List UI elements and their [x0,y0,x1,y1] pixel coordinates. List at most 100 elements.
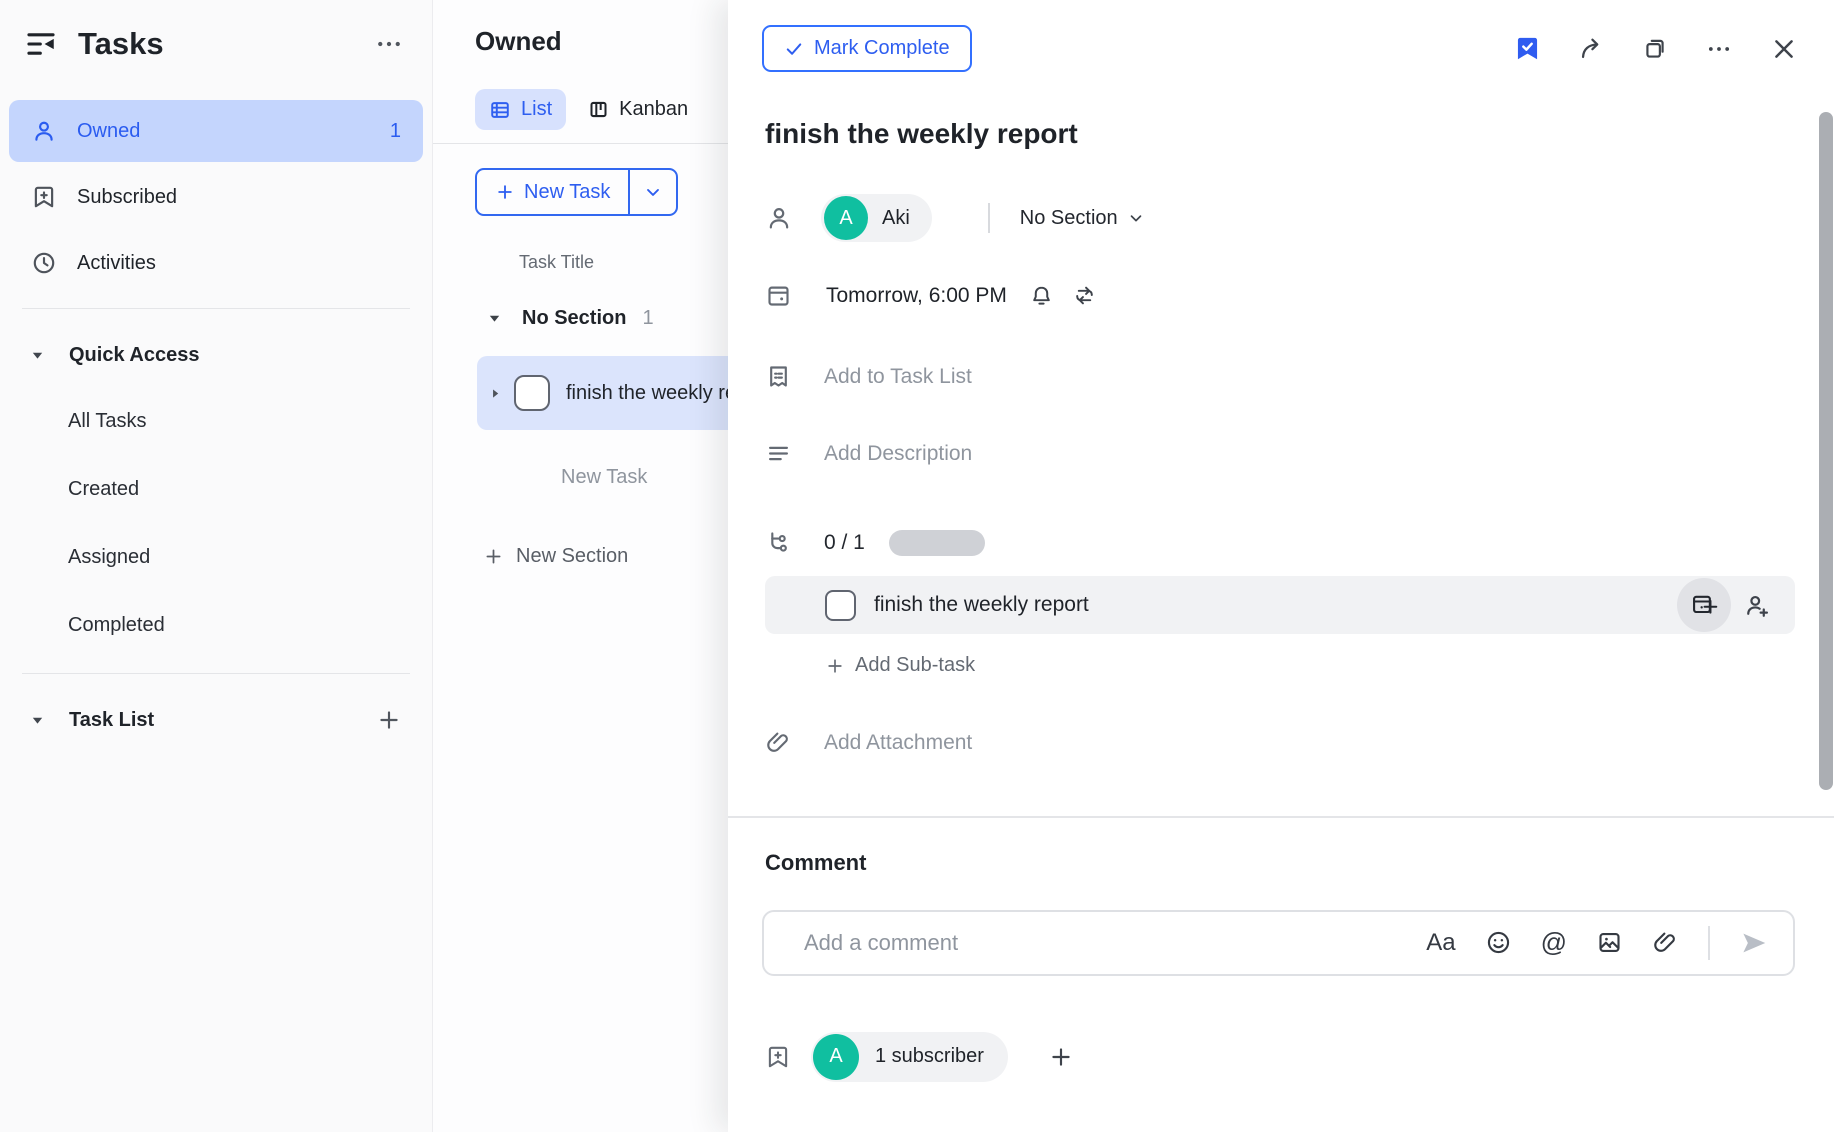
person-plus-icon [1743,591,1771,619]
collapse-sidebar-icon[interactable] [24,27,58,61]
subtask-set-date-button[interactable] [1677,578,1731,632]
scrollbar-thumb[interactable] [1819,112,1833,790]
add-subtask-button[interactable]: Add Sub-task [825,654,1834,677]
add-subscriber-button[interactable] [1048,1044,1074,1070]
sidebar-more-icon[interactable] [374,29,404,59]
task-checkbox[interactable] [514,375,550,411]
more-icon[interactable] [1705,35,1733,63]
sidebar-item-created[interactable]: Created [0,455,432,523]
description-lines-icon [765,440,792,467]
calendar-icon [765,282,792,309]
caret-right-icon[interactable] [489,387,502,400]
calendar-plus-icon [1690,591,1718,619]
mention-icon[interactable]: @ [1541,927,1567,958]
sidebar-item-assigned[interactable]: Assigned [0,523,432,591]
section-select-value: No Section [1020,207,1118,230]
app-title: Tasks [78,26,164,62]
subtask-tree-icon [765,529,792,556]
section-name: No Section [522,307,626,330]
plus-icon [483,546,504,567]
sidebar-item-completed[interactable]: Completed [0,591,432,659]
comment-input[interactable] [764,930,1426,956]
new-task-dropdown-button[interactable] [630,170,676,214]
view-tabs: List Kanban [475,89,728,130]
chevron-down-icon [1127,209,1145,227]
copy-icon[interactable] [1642,36,1668,62]
add-attachment-button[interactable]: Add Attachment [824,731,972,755]
task-list-label: Task List [69,709,154,732]
sidebar: Tasks Owned 1 [0,0,433,1132]
mark-complete-button[interactable]: Mark Complete [762,25,972,72]
repeat-icon[interactable] [1072,283,1097,308]
send-comment-icon[interactable] [1739,928,1769,958]
add-to-task-list-button[interactable]: Add to Task List [824,365,972,389]
plus-icon [495,182,515,202]
close-icon[interactable] [1770,35,1798,63]
add-subtask-label: Add Sub-task [855,654,975,677]
share-icon[interactable] [1578,35,1605,62]
avatar: A [824,196,868,240]
text-format-icon[interactable]: Aa [1426,929,1455,957]
inline-new-task-row[interactable]: New Task [561,466,728,489]
column-header-task-title: Task Title [519,252,728,273]
image-icon[interactable] [1596,929,1623,956]
sidebar-item-activities[interactable]: Activities [9,232,423,294]
sidebar-divider [22,308,410,309]
comment-toolbar: Aa @ [1426,926,1769,960]
sidebar-divider [22,673,410,674]
plus-icon [825,656,845,676]
mark-complete-label: Mark Complete [814,37,950,60]
new-task-button[interactable]: New Task [477,170,630,214]
subtask-progress-row: 0 / 1 [765,529,1834,556]
task-list-icon [765,363,792,390]
task-row-selected[interactable]: finish the weekly report [477,356,728,430]
caret-down-icon [30,348,45,363]
subscribers-row: A 1 subscriber [765,1032,1834,1082]
subscriber-count-label: 1 subscriber [875,1045,984,1068]
emoji-icon[interactable] [1485,929,1512,956]
detail-actions [1514,35,1798,63]
section-row-no-section[interactable]: No Section 1 [487,307,728,330]
tab-label: Kanban [619,98,688,121]
comment-box: Aa @ [762,910,1795,976]
subscribed-bookmark-icon[interactable] [1514,35,1541,62]
tab-list-view[interactable]: List [475,89,566,130]
subtask-checkbox[interactable] [825,590,856,621]
paperclip-icon [765,729,792,756]
detail-header: Mark Complete [728,0,1834,72]
bookmark-plus-icon [31,184,57,210]
add-description-button[interactable]: Add Description [824,442,972,466]
caret-down-icon [487,311,502,326]
task-title[interactable]: finish the weekly report [765,118,1834,150]
due-date-value[interactable]: Tomorrow, 6:00 PM [826,284,1007,308]
sidebar-nav: Owned 1 Subscribed Activities [0,88,432,294]
sidebar-item-all-tasks[interactable]: All Tasks [0,387,432,455]
task-list-header[interactable]: Task List [0,688,432,752]
attach-file-icon[interactable] [1652,929,1679,956]
subtask-title: finish the weekly report [874,593,1089,617]
sidebar-item-label: Owned [77,120,140,143]
section-select[interactable]: No Section [1020,207,1145,230]
add-task-list-icon[interactable] [376,707,402,733]
new-section-label: New Section [516,545,628,568]
new-section-button[interactable]: New Section [483,545,728,568]
assignee-row: A Aki No Section [765,194,1834,242]
avatar: A [813,1034,859,1080]
history-clock-icon [31,250,57,276]
due-date-row: Tomorrow, 6:00 PM [765,282,1834,309]
task-list-panel: Owned List Kanban [433,0,728,1132]
owned-count-badge: 1 [390,120,401,143]
sidebar-item-subscribed[interactable]: Subscribed [9,166,423,228]
subscriber-chip[interactable]: A 1 subscriber [811,1032,1008,1082]
sidebar-item-owned[interactable]: Owned 1 [9,100,423,162]
list-panel-title: Owned [475,26,728,57]
tab-kanban-view[interactable]: Kanban [588,98,688,121]
quick-access-header[interactable]: Quick Access [0,323,432,387]
attachment-row: Add Attachment [765,729,1834,756]
new-task-split-button: New Task [475,168,678,216]
subtask-assign-button[interactable] [1743,591,1771,619]
assignee-chip[interactable]: A Aki [821,194,932,242]
subtask-row[interactable]: finish the weekly report [765,576,1795,634]
task-detail-panel: Mark Complete [728,0,1834,1132]
reminder-bell-icon[interactable] [1029,283,1054,308]
